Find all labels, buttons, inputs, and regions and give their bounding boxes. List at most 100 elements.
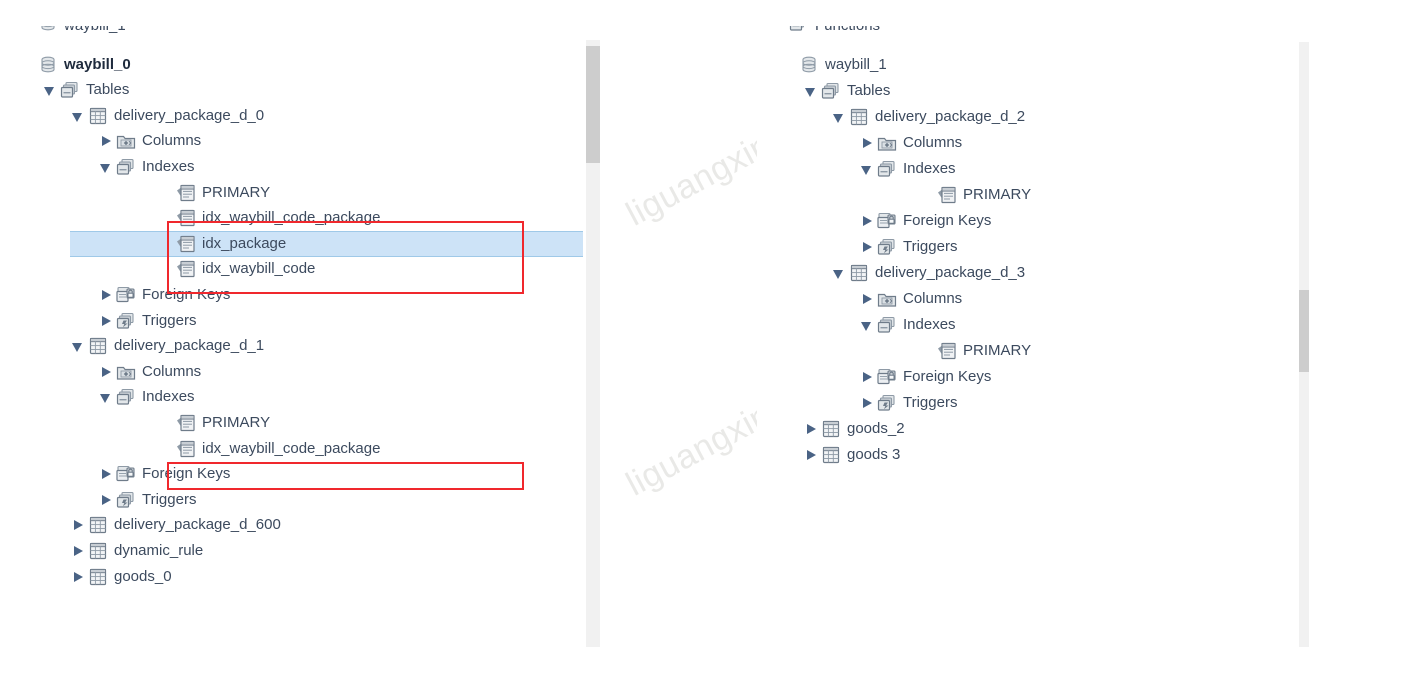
tree-row[interactable]: idx_package xyxy=(0,231,286,257)
tree-row[interactable]: idx_waybill_code_package xyxy=(0,205,380,231)
tree-row[interactable]: Columns xyxy=(757,130,962,156)
tree-row[interactable]: PRIMARY xyxy=(757,182,1031,208)
tree-row[interactable]: PRIMARY xyxy=(757,338,1031,364)
tree-row-label: PRIMARY xyxy=(202,183,271,201)
tree-row[interactable]: goods 3 xyxy=(757,442,900,468)
chevron-right-icon[interactable] xyxy=(100,461,114,487)
tree-row-label: Triggers xyxy=(142,311,197,329)
tree-row[interactable]: Columns xyxy=(0,359,201,385)
tree-row[interactable]: waybill_1 xyxy=(0,26,126,39)
chevron-down-icon[interactable] xyxy=(100,154,114,180)
chevron-right-icon[interactable] xyxy=(72,564,86,590)
table-grid-icon xyxy=(821,419,841,439)
triggers-icon xyxy=(877,393,897,413)
tree-row[interactable]: waybill_0 xyxy=(0,52,131,78)
tree-row[interactable]: delivery_package_d_1 xyxy=(0,333,264,359)
left-scrollbar-thumb[interactable] xyxy=(586,46,600,163)
chevron-right-icon[interactable] xyxy=(861,208,875,234)
tree-row[interactable]: Indexes xyxy=(0,154,195,180)
chevron-down-icon[interactable] xyxy=(833,104,847,130)
tree-row[interactable]: Foreign Keys xyxy=(757,364,991,390)
chevron-down-icon[interactable] xyxy=(861,312,875,338)
tree-row-label: idx_waybill_code_package xyxy=(202,209,381,227)
twisty-placeholder xyxy=(22,26,36,39)
tree-row[interactable]: goods_2 xyxy=(757,416,905,442)
tree-row[interactable]: PRIMARY xyxy=(0,180,270,206)
tree-row[interactable]: Triggers xyxy=(0,308,196,334)
chevron-right-icon[interactable] xyxy=(72,512,86,538)
tree-row[interactable]: waybill_1 xyxy=(757,52,887,78)
left-tree-panel[interactable]: waybill_1 waybill_0 Tables delivery_package… xyxy=(0,0,600,688)
database-icon xyxy=(38,26,58,33)
triggers-icon xyxy=(116,311,136,331)
tree-row[interactable]: Tables xyxy=(0,77,129,103)
tree-row[interactable]: goods_0 xyxy=(0,564,172,590)
tree-row[interactable]: Columns xyxy=(0,128,201,154)
chevron-right-icon[interactable] xyxy=(100,308,114,334)
chevron-down-icon[interactable] xyxy=(72,333,86,359)
columns-folder-icon xyxy=(877,289,897,309)
tree-row[interactable]: Triggers xyxy=(0,487,196,513)
table-grid-icon xyxy=(849,263,869,283)
chevron-down-icon[interactable] xyxy=(805,78,819,104)
tree-row[interactable]: idx_waybill_code_package xyxy=(0,436,380,462)
chevron-down-icon[interactable] xyxy=(72,103,86,129)
tree-row-label: Tables xyxy=(847,82,891,99)
twisty-placeholder xyxy=(160,256,174,282)
tree-row[interactable]: Indexes xyxy=(757,312,956,338)
chevron-right-icon[interactable] xyxy=(805,416,819,442)
chevron-right-icon[interactable] xyxy=(861,130,875,156)
tree-row-label: waybill_1 xyxy=(825,56,887,73)
chevron-right-icon[interactable] xyxy=(100,128,114,154)
tree-row[interactable]: Triggers xyxy=(757,234,957,260)
chevron-right-icon[interactable] xyxy=(861,234,875,260)
tree-row[interactable]: Columns xyxy=(757,286,962,312)
foreign-keys-icon xyxy=(116,464,136,484)
table-grid-icon xyxy=(821,445,841,465)
right-scrollbar-thumb[interactable] xyxy=(1299,290,1309,372)
chevron-right-icon[interactable] xyxy=(100,359,114,385)
folder-stack-icon xyxy=(789,26,809,33)
tree-row-label: Tables xyxy=(86,81,130,99)
right-tree-panel[interactable]: Functions waybill_1 Tables delivery_package… xyxy=(757,0,1410,688)
folder-stack-icon xyxy=(116,387,136,407)
tree-row[interactable]: delivery_package_d_600 xyxy=(0,512,281,538)
tree-row[interactable]: Indexes xyxy=(757,156,956,182)
chevron-right-icon[interactable] xyxy=(100,487,114,513)
chevron-right-icon[interactable] xyxy=(861,390,875,416)
twisty-placeholder xyxy=(783,52,797,78)
chevron-right-icon[interactable] xyxy=(72,538,86,564)
tree-row[interactable]: Foreign Keys xyxy=(757,208,991,234)
database-icon xyxy=(799,55,819,75)
tree-row[interactable]: delivery_package_d_0 xyxy=(0,103,264,129)
screenshot-root: liguangxinliguangxinliguangxinliguangxin… xyxy=(0,0,1410,688)
tree-row[interactable]: dynamic_rule xyxy=(0,538,203,564)
chevron-down-icon[interactable] xyxy=(44,77,58,103)
chevron-right-icon[interactable] xyxy=(805,442,819,468)
tree-row[interactable]: delivery_package_d_2 xyxy=(757,104,1025,130)
columns-folder-icon xyxy=(877,133,897,153)
triggers-icon xyxy=(877,237,897,257)
twisty-placeholder xyxy=(160,180,174,206)
tree-row-label: PRIMARY xyxy=(963,342,1032,359)
tree-row[interactable]: Foreign Keys xyxy=(0,461,230,487)
tree-row[interactable]: Triggers xyxy=(757,390,957,416)
tree-row[interactable]: idx_waybill_code xyxy=(0,256,315,282)
tree-row[interactable]: Tables xyxy=(757,78,890,104)
tree-row[interactable]: Indexes xyxy=(0,384,195,410)
tree-row[interactable]: PRIMARY xyxy=(0,410,270,436)
chevron-down-icon[interactable] xyxy=(861,156,875,182)
chevron-right-icon[interactable] xyxy=(861,364,875,390)
tree-row-label: delivery_package_d_1 xyxy=(114,337,265,355)
chevron-down-icon[interactable] xyxy=(833,260,847,286)
chevron-right-icon[interactable] xyxy=(100,282,114,308)
tree-row[interactable]: delivery_package_d_3 xyxy=(757,260,1025,286)
chevron-right-icon[interactable] xyxy=(861,286,875,312)
tree-row[interactable]: Foreign Keys xyxy=(0,282,230,308)
tree-row-label: idx_waybill_code xyxy=(202,260,316,278)
tree-row[interactable]: Functions xyxy=(757,26,880,39)
index-card-icon xyxy=(937,341,957,361)
chevron-down-icon[interactable] xyxy=(100,384,114,410)
tree-row-label: Columns xyxy=(142,132,202,150)
tree-row-label: Indexes xyxy=(142,388,195,406)
